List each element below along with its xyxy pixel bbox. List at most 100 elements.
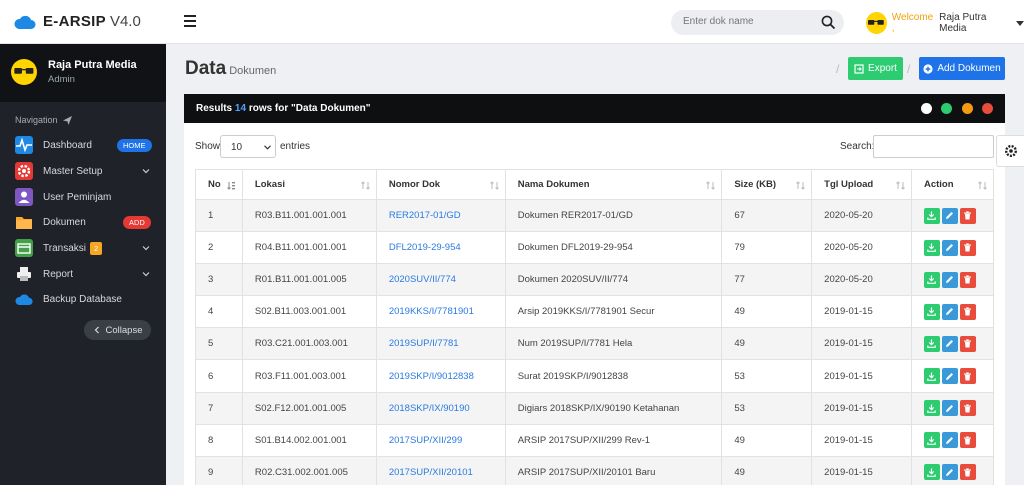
download-button[interactable] <box>923 239 940 256</box>
table-row: 1 R03.B11.001.001.001 RER2017-01/GD Dokumen… <box>195 198 995 233</box>
brand[interactable]: E-ARSIP V4.0 <box>14 13 141 30</box>
download-button[interactable] <box>923 400 940 417</box>
row-lokasi: R04.B11.001.001.001 <box>241 231 377 265</box>
delete-button[interactable] <box>959 207 976 224</box>
sort-icon <box>896 181 905 190</box>
download-button[interactable] <box>923 432 940 449</box>
delete-button[interactable] <box>959 271 976 288</box>
column-header[interactable]: Size (KB) <box>721 169 813 200</box>
download-button[interactable] <box>923 368 940 385</box>
column-header[interactable]: Action <box>910 169 995 200</box>
row-nama-dokumen: ARSIP 2017SUP/XII/299 Rev-1 <box>504 423 723 457</box>
row-nomor-dok[interactable]: DFL2019-29-954 <box>375 231 506 265</box>
edit-button[interactable] <box>941 335 958 352</box>
row-nomor-dok[interactable]: 2020SUV/II/774 <box>375 263 506 297</box>
collapse-button[interactable]: Collapse <box>84 320 151 340</box>
row-nomor-dok[interactable]: 2018SKP/IX/90190 <box>375 391 506 425</box>
pencil-icon <box>946 276 954 284</box>
refresh-icon[interactable] <box>941 103 952 114</box>
row-nama-dokumen: Surat 2019SKP/I/9012838 <box>504 359 723 393</box>
chevron-left-icon <box>94 326 99 334</box>
edit-button[interactable] <box>941 207 958 224</box>
expand-icon[interactable] <box>921 103 932 114</box>
sidebar-item-transaksi[interactable]: Transaksi 2 <box>0 237 166 259</box>
avatar <box>11 59 37 85</box>
row-nomor-dok[interactable]: 2019KKS/I/7781901 <box>375 295 506 329</box>
download-icon <box>927 404 937 413</box>
header-search-input[interactable] <box>683 16 813 27</box>
row-nomor-dok[interactable]: 2017SUP/XII/20101 <box>375 455 506 485</box>
row-nomor-dok[interactable]: RER2017-01/GD <box>375 198 506 233</box>
row-nama-dokumen: Dokumen DFL2019-29-954 <box>504 231 723 265</box>
sidebar-item-dashboard[interactable]: Dashboard HOME <box>0 134 166 156</box>
row-nama-dokumen: Dokumen RER2017-01/GD <box>504 198 723 233</box>
column-header[interactable]: Lokasi <box>241 169 377 200</box>
minimize-icon[interactable] <box>962 103 973 114</box>
delete-button[interactable] <box>959 368 976 385</box>
download-button[interactable] <box>923 271 940 288</box>
menu-toggle-icon[interactable] <box>184 15 196 27</box>
row-lokasi: R02.C31.002.001.005 <box>241 455 377 485</box>
sidebar: Raja Putra Media Admin Navigation Dashbo… <box>0 44 166 485</box>
row-tgl-upload: 2019-01-15 <box>811 295 912 329</box>
column-header[interactable]: No <box>195 169 243 200</box>
download-button[interactable] <box>923 303 940 320</box>
download-button[interactable] <box>923 464 940 481</box>
table-row: 2 R04.B11.001.001.001 DFL2019-29-954 Dokume… <box>195 231 995 265</box>
row-nomor-dok[interactable]: 2017SUP/XII/299 <box>375 423 506 457</box>
delete-button[interactable] <box>959 335 976 352</box>
sort-icon <box>489 181 499 190</box>
edit-button[interactable] <box>941 432 958 449</box>
row-no: 7 <box>195 391 243 425</box>
row-size: 49 <box>721 423 813 457</box>
delete-button[interactable] <box>959 239 976 256</box>
download-icon <box>927 275 937 285</box>
sort-icon <box>978 181 987 190</box>
download-icon <box>927 372 937 381</box>
sidebar-item-backup-database[interactable]: Backup Database <box>0 288 166 310</box>
table-row: 7 S02.F12.001.001.005 2018SKP/IX/90190 Digi… <box>195 391 995 425</box>
sort-icon <box>360 181 370 190</box>
user-menu[interactable]: Welcome , Raja Putra Media <box>866 12 1024 34</box>
row-nomor-dok[interactable]: 2019SKP/I/9012838 <box>375 359 506 393</box>
table-row: 5 R03.C21.001.003.001 2019SUP/I/7781 Num 20… <box>195 327 995 361</box>
panel-header: Results 14 rows for "Data Dokumen" <box>184 94 1005 123</box>
table-search-input[interactable] <box>873 135 994 158</box>
delete-button[interactable] <box>959 432 976 449</box>
pencil-icon <box>946 468 954 476</box>
edit-button[interactable] <box>941 368 958 385</box>
settings-panel-toggle[interactable] <box>996 135 1024 167</box>
sidebar-item-user-peminjam[interactable]: User Peminjam <box>0 186 166 208</box>
export-button[interactable]: Export <box>848 57 903 80</box>
row-nama-dokumen: ARSIP 2017SUP/XII/20101 Baru <box>504 455 723 485</box>
row-size: 77 <box>721 263 813 297</box>
column-header[interactable]: Nama Dokumen <box>504 169 723 200</box>
edit-button[interactable] <box>941 239 958 256</box>
edit-button[interactable] <box>941 271 958 288</box>
row-actions <box>910 327 995 361</box>
edit-button[interactable] <box>941 464 958 481</box>
chevron-down-icon <box>264 145 271 150</box>
download-button[interactable] <box>923 207 940 224</box>
close-icon[interactable] <box>982 103 993 114</box>
row-lokasi: R03.B11.001.001.001 <box>241 198 377 233</box>
row-nama-dokumen: Arsip 2019KKS/I/7781901 Secur <box>504 295 723 329</box>
row-nomor-dok[interactable]: 2019SUP/I/7781 <box>375 327 506 361</box>
column-header[interactable]: Nomor Dok <box>375 169 506 200</box>
download-button[interactable] <box>923 335 940 352</box>
edit-button[interactable] <box>941 400 958 417</box>
pulse-icon <box>15 136 33 154</box>
sidebar-item-report[interactable]: Report <box>0 263 166 285</box>
delete-button[interactable] <box>959 400 976 417</box>
search-icon[interactable] <box>821 15 836 30</box>
row-nama-dokumen: Dokumen 2020SUV/II/774 <box>504 263 723 297</box>
row-size: 49 <box>721 295 813 329</box>
delete-button[interactable] <box>959 464 976 481</box>
entries-select[interactable]: 10 <box>220 135 276 158</box>
column-header[interactable]: Tgl Upload <box>811 169 912 200</box>
add-dokumen-button[interactable]: Add Dokumen <box>919 57 1005 80</box>
delete-button[interactable] <box>959 303 976 320</box>
sidebar-item-dokumen[interactable]: Dokumen ADD <box>0 211 166 233</box>
sidebar-item-master-setup[interactable]: Master Setup <box>0 160 166 182</box>
edit-button[interactable] <box>941 303 958 320</box>
